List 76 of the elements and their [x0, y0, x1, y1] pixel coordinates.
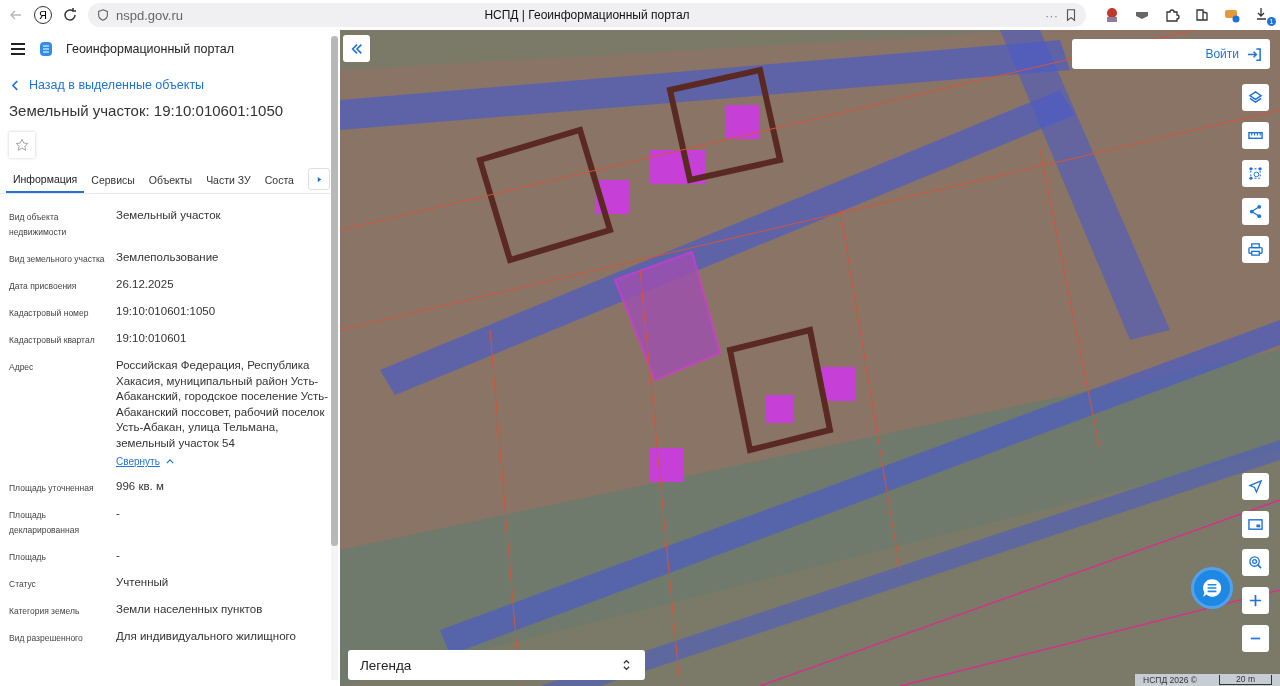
share-button[interactable] [1242, 198, 1269, 225]
field-label: Дата присвоения [9, 280, 78, 293]
field-value: - [116, 506, 121, 521]
reload-icon[interactable] [62, 7, 78, 23]
triangle-right-icon [315, 175, 323, 183]
minimap-button[interactable] [1242, 511, 1269, 538]
tab[interactable]: Объекты [141, 166, 200, 193]
page-title: НСПД | Геоинформационный портал [484, 8, 690, 22]
ruler-button[interactable] [1242, 122, 1269, 149]
zoom-in-button[interactable] [1242, 587, 1269, 614]
collapse-link[interactable]: Свернуть [116, 456, 174, 467]
chevron-left-icon [12, 79, 19, 91]
field-value: Землепользование [116, 250, 220, 265]
print-button[interactable] [1242, 236, 1269, 263]
chevron-up-icon [165, 459, 174, 464]
field-value: 19:10:010601 [116, 331, 188, 346]
collections-icon[interactable] [1194, 7, 1210, 23]
menu-icon[interactable] [10, 41, 26, 57]
plus-icon [1248, 593, 1263, 608]
field-label: Кадастровый квартал [9, 334, 96, 347]
field-label: Категория земель [9, 605, 81, 618]
field-value: Учтенный [116, 575, 170, 590]
tab[interactable]: Информация [6, 166, 85, 193]
share-icon [1248, 204, 1263, 219]
scrollbar[interactable] [331, 36, 338, 680]
minimap-icon [1248, 517, 1263, 532]
select-icon [1248, 166, 1263, 181]
field-label: Кадастровый номер [9, 307, 90, 320]
scale-bar: 20 m [1219, 675, 1272, 685]
shield-icon [96, 8, 110, 22]
up-down-chevron-icon [622, 658, 631, 672]
app-title: Геоинформационный портал [66, 42, 235, 56]
back-link[interactable]: Назад в выделенные объекты [12, 78, 205, 92]
field-value: 26.12.2025 [116, 277, 175, 292]
chat-icon [1201, 577, 1223, 599]
address-bar[interactable]: nspd.gov.ru НСПД | Геоинформационный портал ··· [88, 3, 1086, 27]
collapse-panel-button[interactable] [343, 35, 370, 62]
field-value: 996 кв. м [116, 479, 165, 494]
field-label: Площадь декларированная [9, 509, 80, 537]
field-value: 19:10:010601:1050 [116, 304, 217, 319]
attribution-text: НСПД 2026 © [1143, 675, 1198, 685]
url-text: nspd.gov.ru [116, 7, 183, 23]
double-chevron-left-icon [349, 41, 364, 56]
layers-button[interactable] [1242, 84, 1269, 111]
field-label: Адрес [9, 361, 35, 374]
field-label: Вид объекта недвижимости [9, 211, 68, 239]
login-button[interactable]: Войти [1072, 39, 1270, 69]
area-select-button[interactable] [1242, 160, 1269, 187]
field-label: Вид разрешенного [9, 632, 84, 645]
object-heading: Земельный участок: 19:10:010601:1050 [9, 102, 285, 119]
layers-icon [1248, 90, 1263, 105]
print-icon [1248, 242, 1263, 257]
field-label: Площадь уточненная [9, 482, 95, 495]
tab[interactable]: Соста [257, 166, 301, 193]
map-view[interactable]: Войти Легенда НСПД 2026 © 20 m [340, 30, 1280, 686]
bookmark-icon[interactable] [1064, 8, 1078, 22]
extension-icon[interactable] [1104, 7, 1120, 23]
field-value: Для индивидуального жилищного [116, 629, 297, 644]
logo-icon [38, 41, 54, 57]
field-label: Статус [9, 578, 37, 591]
tab[interactable]: Сервисы [84, 166, 142, 193]
login-arrow-icon [1247, 46, 1262, 62]
tab[interactable]: Части ЗУ [199, 166, 258, 193]
legend-dropdown[interactable]: Легенда [348, 650, 645, 680]
puzzle-icon[interactable] [1164, 7, 1180, 23]
search-icon [1248, 555, 1263, 570]
field-label: Площадь [9, 551, 47, 564]
locate-button[interactable] [1242, 473, 1269, 500]
field-value: - [116, 548, 121, 563]
field-value: Земельный участок [116, 208, 222, 223]
field-value: Российская Федерация, Республика Хакасия, муниципальный район Усть-Абаканский, городское поселение Усть-Абаканский поссовет, рабочий поселок Усть-Абакан, улица Тельмана, земельный участок 54 [116, 358, 330, 451]
field-value: Земли населенных пунктов [116, 602, 264, 617]
locate-icon [1248, 479, 1263, 494]
star-icon [15, 138, 29, 152]
search-button[interactable] [1242, 549, 1269, 576]
field-label: Вид земельного участка [9, 253, 106, 266]
